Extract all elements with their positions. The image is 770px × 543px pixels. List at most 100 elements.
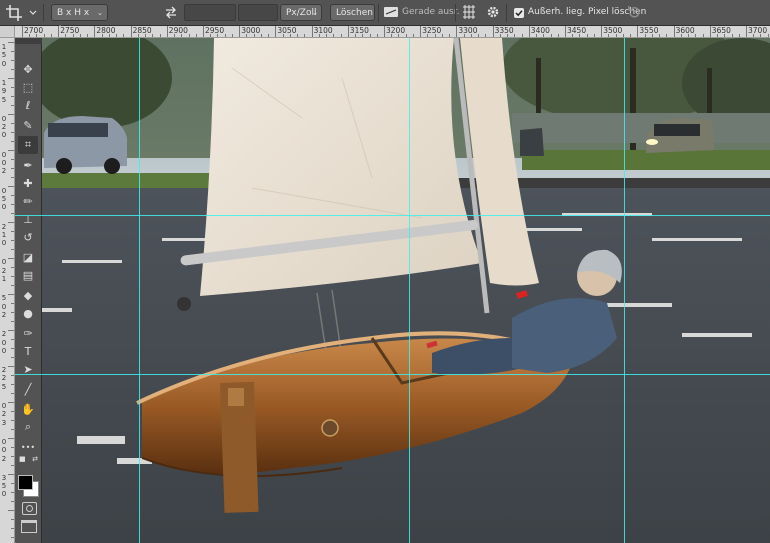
width-field[interactable] xyxy=(184,4,236,21)
document-canvas[interactable] xyxy=(42,38,770,543)
type-tool-button[interactable]: T xyxy=(18,342,38,360)
unit-dropdown[interactable]: Px/Zoll ⌄ xyxy=(280,4,322,21)
clone-stamp-tool-button[interactable]: ⊥ xyxy=(18,210,38,228)
chevron-down-icon: ⌄ xyxy=(97,9,103,17)
marquee-tool-button[interactable]: ⬚ xyxy=(18,78,38,96)
dodge-tool-icon: ● xyxy=(23,306,33,320)
ratio-dropdown[interactable]: B x H x A... ⌄ xyxy=(51,4,108,35)
screen-mode-icon xyxy=(22,521,36,523)
ruler-h-label: 3050 xyxy=(277,26,297,35)
ruler-h-minor-tick xyxy=(137,34,139,37)
ruler-v-tick xyxy=(8,474,14,475)
ruler-h-minor-tick xyxy=(499,34,501,37)
vertical-guide[interactable] xyxy=(624,38,625,543)
line-tool-button[interactable]: ╱ xyxy=(18,380,38,398)
ruler-h-minor-tick xyxy=(108,34,110,37)
horizontal-guide[interactable] xyxy=(15,215,770,216)
crop-tool-preset-picker[interactable] xyxy=(4,3,38,21)
ruler-h-label: 3550 xyxy=(639,26,659,35)
ruler-v-tick xyxy=(8,402,14,403)
history-brush-tool-button[interactable]: ↺ xyxy=(18,228,38,246)
grid-overlay-icon xyxy=(463,5,475,19)
swap-dimensions-button[interactable] xyxy=(163,3,179,20)
move-tool-button[interactable]: ✥ xyxy=(18,60,38,78)
ruler-v-tick xyxy=(11,276,14,277)
eraser-tool-button[interactable]: ◪ xyxy=(18,248,38,266)
ruler-h-tick xyxy=(601,26,603,37)
default-colors-icon[interactable]: ■ xyxy=(19,455,26,463)
straighten-ruler-icon xyxy=(384,7,398,17)
vertical-guide[interactable] xyxy=(139,38,140,543)
ruler-h-minor-tick xyxy=(123,34,125,37)
crop-tool-button[interactable]: ⌗ xyxy=(18,136,38,154)
lasso-tool-button[interactable]: ℓ xyxy=(18,96,38,114)
more-tools-button[interactable]: ••• xyxy=(18,438,38,456)
overlay-options-button[interactable] xyxy=(462,4,476,20)
ruler-v-label: 1 xyxy=(1,230,7,239)
ruler-h-label: 3250 xyxy=(422,26,442,35)
ruler-v-tick xyxy=(11,393,14,394)
ruler-v-tick xyxy=(11,519,14,520)
horizontal-guide[interactable] xyxy=(15,374,770,375)
horizontal-ruler[interactable]: 2700 2750 2800 2850 2900 2950 3000 3050 3100 3150… xyxy=(15,26,770,38)
ruler-h-tick xyxy=(58,26,60,37)
eyedropper-tool-button[interactable]: ✒ xyxy=(18,156,38,174)
ruler-v-tick xyxy=(8,150,14,151)
ruler-h-tick xyxy=(384,26,385,37)
path-selection-tool-button[interactable]: ➤ xyxy=(18,360,38,378)
tools-panel-grip[interactable] xyxy=(15,38,42,44)
gradient-tool-button[interactable]: ▤ xyxy=(18,266,38,284)
move-tool-icon: ✥ xyxy=(23,62,33,76)
vertical-guide[interactable] xyxy=(409,38,410,543)
ruler-h-minor-tick xyxy=(478,34,480,37)
ruler-h-minor-tick xyxy=(521,34,523,37)
ruler-origin[interactable] xyxy=(0,26,15,38)
healing-brush-tool-button[interactable]: ✚ xyxy=(18,174,38,192)
ruler-h-minor-tick xyxy=(195,34,197,37)
dodge-tool-button[interactable]: ● xyxy=(18,304,38,322)
foreground-color-swatch[interactable] xyxy=(18,475,33,490)
ruler-h-minor-tick xyxy=(362,34,364,37)
ruler-h-minor-tick xyxy=(753,34,755,37)
height-field[interactable] xyxy=(238,4,278,21)
ruler-h-minor-tick xyxy=(586,34,588,37)
ruler-v-tick xyxy=(11,87,14,88)
ruler-v-label: 3 xyxy=(1,473,7,482)
ruler-h-tick xyxy=(673,26,675,37)
ruler-v-label: 0 xyxy=(1,239,7,248)
ruler-v-label: 1 xyxy=(1,43,7,51)
ruler-v-label: 5 xyxy=(1,95,7,104)
ruler-h-label: 3300 xyxy=(458,26,478,35)
quick-select-tool-button[interactable]: ✎ xyxy=(18,116,38,134)
ruler-h-tick xyxy=(565,26,566,37)
vertical-ruler[interactable]: 150195020002050210021502200225023002350 xyxy=(0,38,15,543)
quick-mask-button[interactable] xyxy=(22,502,37,515)
hand-tool-button[interactable]: ✋ xyxy=(18,400,38,418)
blur-tool-button[interactable]: ◆ xyxy=(18,286,38,304)
ruler-h-minor-tick xyxy=(507,34,509,37)
ruler-v-label: 2 xyxy=(1,310,7,319)
ruler-h-label: 3650 xyxy=(711,26,731,35)
ruler-h-minor-tick xyxy=(449,34,451,37)
reset-crop-button[interactable] xyxy=(626,4,642,20)
swap-colors-icon[interactable]: ⇄ xyxy=(32,455,38,463)
eraser-tool-icon: ◪ xyxy=(22,250,34,264)
pen-tool-button[interactable]: ✑ xyxy=(18,324,38,342)
ruler-h-minor-tick xyxy=(434,34,436,37)
crop-settings-button[interactable] xyxy=(485,4,501,20)
clear-button[interactable]: Löschen xyxy=(330,4,375,21)
screen-mode-button[interactable] xyxy=(21,520,37,533)
ruler-v-tick xyxy=(8,42,14,43)
brush-tool-button[interactable]: ✏ xyxy=(18,192,38,210)
ruler-h-tick xyxy=(94,26,96,37)
ruler-v-tick xyxy=(11,141,14,142)
straighten-button[interactable] xyxy=(383,4,399,20)
ruler-h-minor-tick xyxy=(702,34,704,37)
ruler-h-minor-tick xyxy=(210,34,212,37)
lasso-tool-icon: ℓ xyxy=(25,98,31,112)
zoom-tool-button[interactable]: ⌕ xyxy=(18,418,38,436)
ruler-h-minor-tick xyxy=(695,34,697,37)
delete-cropped-pixels-checkbox[interactable] xyxy=(514,8,524,18)
ruler-v-tick xyxy=(11,240,14,241)
ruler-v-tick xyxy=(11,384,14,385)
